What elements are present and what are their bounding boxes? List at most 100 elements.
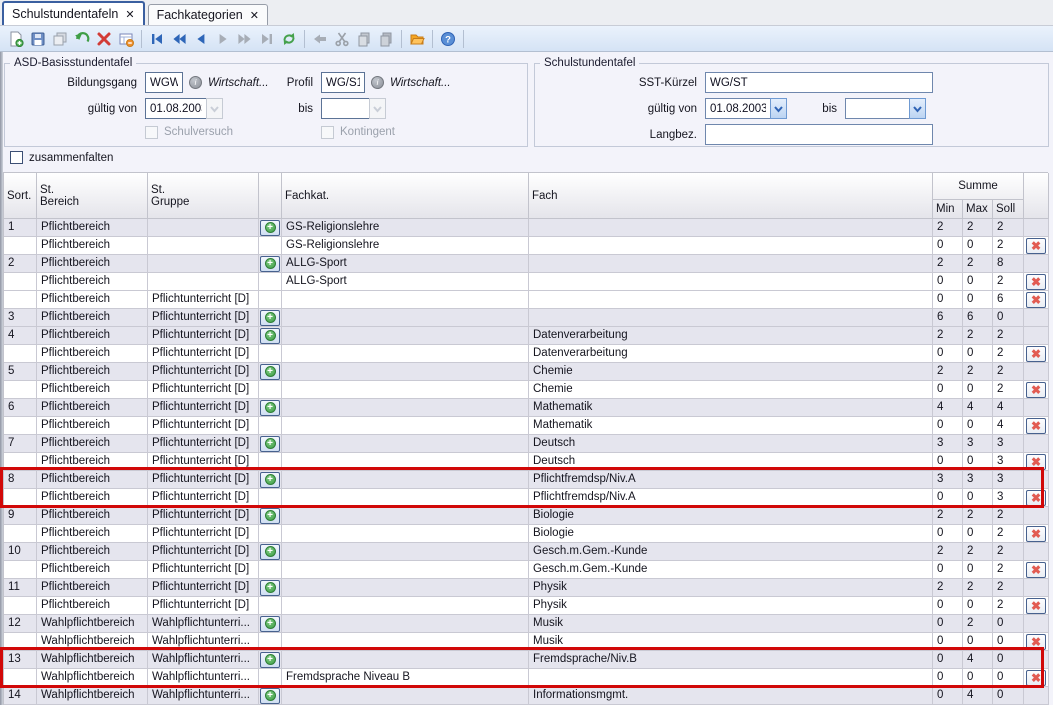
cut-button[interactable] xyxy=(331,28,353,50)
delete-row-button[interactable]: ✖ xyxy=(1026,382,1046,398)
info-icon: i xyxy=(189,76,202,89)
undo-button[interactable] xyxy=(71,28,93,50)
sst-kuerzel-input[interactable] xyxy=(705,72,933,93)
header-max[interactable]: Max xyxy=(963,200,993,219)
back-arrow-button[interactable] xyxy=(309,28,331,50)
table-row[interactable]: 7PflichtbereichPflichtunterricht [D]+Deu… xyxy=(4,435,1048,453)
bildungsgang-input[interactable] xyxy=(145,72,183,93)
table-row[interactable]: PflichtbereichPflichtunterricht [D]Deuts… xyxy=(4,453,1048,471)
delete-row-button[interactable]: ✖ xyxy=(1026,292,1046,308)
add-row-button[interactable]: + xyxy=(260,652,280,668)
delete-button[interactable] xyxy=(93,28,115,50)
table-row[interactable]: 8PflichtbereichPflichtunterricht [D]+Pfl… xyxy=(4,471,1048,489)
delete-row-button[interactable]: ✖ xyxy=(1026,490,1046,506)
add-row-button[interactable]: + xyxy=(260,580,280,596)
delete-row-button[interactable]: ✖ xyxy=(1026,526,1046,542)
header-soll[interactable]: Soll xyxy=(993,200,1024,219)
header-bereich[interactable]: St.Bereich xyxy=(37,173,148,219)
delete-row-button[interactable]: ✖ xyxy=(1026,274,1046,290)
table-row[interactable]: 5PflichtbereichPflichtunterricht [D]+Che… xyxy=(4,363,1048,381)
delete-row-button[interactable]: ✖ xyxy=(1026,634,1046,650)
bis-input[interactable] xyxy=(321,98,369,119)
table-row[interactable]: PflichtbereichPflichtunterricht [D]Daten… xyxy=(4,345,1048,363)
nav-first-button[interactable] xyxy=(146,28,168,50)
add-row-button[interactable]: + xyxy=(260,310,280,326)
table-row[interactable]: 9PflichtbereichPflichtunterricht [D]+Bio… xyxy=(4,507,1048,525)
folder-button[interactable] xyxy=(406,28,428,50)
table-row[interactable]: PflichtbereichPflichtunterricht [D]006✖ xyxy=(4,291,1048,309)
tab-schulstundentafeln[interactable]: Schulstundentafeln ✕ xyxy=(2,1,145,25)
table-row[interactable]: 10PflichtbereichPflichtunterricht [D]+Ge… xyxy=(4,543,1048,561)
add-row-button[interactable]: + xyxy=(260,688,280,704)
add-row-button[interactable]: + xyxy=(260,400,280,416)
bis-input[interactable] xyxy=(845,98,909,119)
header-min[interactable]: Min xyxy=(933,200,963,219)
duplicate-button[interactable] xyxy=(49,28,71,50)
add-row-button[interactable]: + xyxy=(260,364,280,380)
toolbar-separator xyxy=(432,30,433,48)
table-row[interactable]: 6PflichtbereichPflichtunterricht [D]+Mat… xyxy=(4,399,1048,417)
refresh-button[interactable] xyxy=(278,28,300,50)
table-row[interactable]: 13WahlpflichtbereichWahlpflichtunterri..… xyxy=(4,651,1048,669)
nav-prev-fast-button[interactable] xyxy=(168,28,190,50)
table-row[interactable]: PflichtbereichGS-Religionslehre002✖ xyxy=(4,237,1048,255)
nav-last-button[interactable] xyxy=(256,28,278,50)
table-row[interactable]: PflichtbereichPflichtunterricht [D]Physi… xyxy=(4,597,1048,615)
nav-next-button[interactable] xyxy=(212,28,234,50)
header-fach[interactable]: Fach xyxy=(529,173,933,219)
add-row-button[interactable]: + xyxy=(260,436,280,452)
header-sort[interactable]: Sort. xyxy=(4,173,37,219)
table-row[interactable]: WahlpflichtbereichWahlpflichtunterri...F… xyxy=(4,669,1048,687)
delete-row-button[interactable]: ✖ xyxy=(1026,670,1046,686)
profil-input[interactable] xyxy=(321,72,365,93)
kontingent-checkbox[interactable] xyxy=(321,126,334,139)
table-row[interactable]: PflichtbereichPflichtunterricht [D]Pflic… xyxy=(4,489,1048,507)
header-fachkat[interactable]: Fachkat. xyxy=(282,173,529,219)
table-row[interactable]: 11PflichtbereichPflichtunterricht [D]+Ph… xyxy=(4,579,1048,597)
delete-row-button[interactable]: ✖ xyxy=(1026,346,1046,362)
table-row[interactable]: PflichtbereichPflichtunterricht [D]Chemi… xyxy=(4,381,1048,399)
new-record-button[interactable] xyxy=(5,28,27,50)
table-row[interactable]: PflichtbereichALLG-Sport002✖ xyxy=(4,273,1048,291)
table-row[interactable]: PflichtbereichPflichtunterricht [D]Biolo… xyxy=(4,525,1048,543)
zusammenfalten-checkbox[interactable] xyxy=(10,151,23,164)
copy-button[interactable] xyxy=(353,28,375,50)
nav-next-fast-button[interactable] xyxy=(234,28,256,50)
paste-button[interactable] xyxy=(375,28,397,50)
add-row-button[interactable]: + xyxy=(260,544,280,560)
add-row-button[interactable]: + xyxy=(260,328,280,344)
dropdown-arrow-icon[interactable] xyxy=(770,98,787,119)
table-row[interactable]: 2Pflichtbereich+ALLG-Sport228 xyxy=(4,255,1048,273)
delete-row-button[interactable]: ✖ xyxy=(1026,562,1046,578)
add-row-button[interactable]: + xyxy=(260,508,280,524)
add-row-button[interactable]: + xyxy=(260,256,280,272)
dropdown-arrow-icon[interactable] xyxy=(909,98,926,119)
tab-fachkategorien[interactable]: Fachkategorien ✕ xyxy=(148,4,268,25)
nav-prev-button[interactable] xyxy=(190,28,212,50)
header-gruppe[interactable]: St.Gruppe xyxy=(148,173,259,219)
gueltig-von-input[interactable] xyxy=(705,98,770,119)
table-row[interactable]: 14WahlpflichtbereichWahlpflichtunterri..… xyxy=(4,687,1048,705)
tab-close-icon[interactable]: ✕ xyxy=(250,9,259,22)
tab-close-icon[interactable]: ✕ xyxy=(125,8,134,21)
schulversuch-checkbox[interactable] xyxy=(145,126,158,139)
table-row[interactable]: WahlpflichtbereichWahlpflichtunterri...M… xyxy=(4,633,1048,651)
table-row[interactable]: 4PflichtbereichPflichtunterricht [D]+Dat… xyxy=(4,327,1048,345)
add-row-button[interactable]: + xyxy=(260,220,280,236)
table-row[interactable]: PflichtbereichPflichtunterricht [D]Gesch… xyxy=(4,561,1048,579)
save-button[interactable] xyxy=(27,28,49,50)
add-row-button[interactable]: + xyxy=(260,472,280,488)
table-row[interactable]: 12WahlpflichtbereichWahlpflichtunterri..… xyxy=(4,615,1048,633)
table-row[interactable]: 3PflichtbereichPflichtunterricht [D]+660 xyxy=(4,309,1048,327)
table-row[interactable]: PflichtbereichPflichtunterricht [D]Mathe… xyxy=(4,417,1048,435)
delete-row-button[interactable]: ✖ xyxy=(1026,418,1046,434)
gueltig-von-input[interactable] xyxy=(145,98,206,119)
add-row-button[interactable]: + xyxy=(260,616,280,632)
delete-row-button[interactable]: ✖ xyxy=(1026,238,1046,254)
form-settings-button[interactable] xyxy=(115,28,137,50)
table-row[interactable]: 1Pflichtbereich+GS-Religionslehre222 xyxy=(4,219,1048,237)
delete-row-button[interactable]: ✖ xyxy=(1026,598,1046,614)
langbez-input[interactable] xyxy=(705,124,933,145)
delete-row-button[interactable]: ✖ xyxy=(1026,454,1046,470)
help-button[interactable]: ? xyxy=(437,28,459,50)
